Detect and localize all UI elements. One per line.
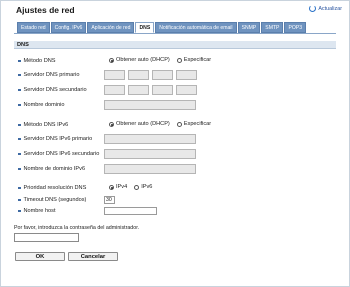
tab-aplicacion-red[interactable]: Aplicación de red <box>87 22 135 33</box>
host-name-input[interactable] <box>104 207 157 215</box>
dns-ipv6-method-option-manual[interactable]: Especificar <box>176 121 211 127</box>
bullet-icon <box>18 59 21 63</box>
radio-icon[interactable] <box>176 121 182 127</box>
row-dns-ipv6-secondary: Servidor DNS IPv6 secundario <box>0 149 350 160</box>
dns-timeout-label: Timeout DNS (segundos) <box>23 197 87 203</box>
ip-octet-field[interactable] <box>176 70 197 80</box>
password-prompt: Por favor, introduzca la contraseña del … <box>14 225 140 231</box>
radio-icon[interactable] <box>176 57 182 63</box>
row-host-name: Nombre host <box>0 207 350 217</box>
tab-smtp[interactable]: SMTP <box>261 22 284 33</box>
dns-method-option-manual[interactable]: Especificar <box>176 57 211 63</box>
dns-domain-field[interactable] <box>104 100 196 110</box>
bullet-icon <box>18 167 21 171</box>
dns-ipv6-primary-label: Servidor DNS IPv6 primario <box>23 136 93 142</box>
bullet-icon <box>18 198 21 202</box>
page-title: Ajustes de red <box>16 5 75 15</box>
dns-domain-label: Nombre dominio <box>23 102 65 108</box>
tab-divider <box>14 33 336 34</box>
bullet-icon <box>18 73 21 77</box>
radio-selected-icon[interactable] <box>109 57 114 63</box>
priority-option-ipv6[interactable]: IPv6 <box>134 184 152 190</box>
dns-timeout-input[interactable]: 30 <box>104 196 115 204</box>
row-dns-method: Método DNS Obtener auto (DHCP) Especific… <box>0 57 350 67</box>
dns-ipv6-secondary-label: Servidor DNS IPv6 secundario <box>23 151 100 157</box>
tab-estado-red[interactable]: Estado red <box>17 22 50 33</box>
bullet-icon <box>18 209 21 213</box>
dns-primary-ip-input <box>104 70 197 80</box>
dns-secondary-ip-input <box>104 85 197 95</box>
ip-octet-field[interactable] <box>152 85 173 95</box>
row-dns-timeout: Timeout DNS (segundos) 30 <box>0 196 350 206</box>
tab-config-ipv6[interactable]: Config. IPv6 <box>50 22 87 33</box>
section-header-dns: DNS <box>14 41 336 49</box>
header: Ajustes de red Actualizar <box>0 0 348 16</box>
bullet-icon <box>18 123 21 127</box>
bullet-icon <box>18 186 21 190</box>
host-name-label: Nombre host <box>23 208 56 214</box>
dns-ipv6-secondary-field[interactable] <box>104 149 196 159</box>
bullet-icon <box>18 103 21 107</box>
row-dns-secondary: Servidor DNS secundario <box>0 85 350 96</box>
ip-octet-field[interactable] <box>104 85 125 95</box>
dns-method-radio-group: Obtener auto (DHCP) Especificar <box>109 57 215 63</box>
row-dns-domain: Nombre dominio <box>0 100 350 111</box>
radio-icon[interactable] <box>134 184 140 190</box>
ip-octet-field[interactable] <box>152 70 173 80</box>
resolution-priority-label: Prioridad resolución DNS <box>23 185 87 191</box>
tab-bar: Estado red Config. IPv6 Aplicación de re… <box>17 22 307 33</box>
dns-ipv6-method-option-auto[interactable]: Obtener auto (DHCP) <box>109 121 170 127</box>
radio-selected-icon[interactable] <box>109 184 114 190</box>
dns-secondary-label: Servidor DNS secundario <box>23 87 87 93</box>
bullet-icon <box>18 137 21 141</box>
dns-method-label: Método DNS <box>23 58 56 64</box>
dns-ipv6-method-radio-group: Obtener auto (DHCP) Especificar <box>109 121 215 127</box>
row-resolution-priority: Prioridad resolución DNS IPv4 IPv6 <box>0 184 350 194</box>
bullet-icon <box>18 152 21 156</box>
row-dns-primary: Servidor DNS primario <box>0 70 350 81</box>
resolution-priority-radio-group: IPv4 IPv6 <box>109 184 156 190</box>
bullet-icon <box>18 88 21 92</box>
dns-method-option-auto[interactable]: Obtener auto (DHCP) <box>109 57 170 63</box>
ip-octet-field[interactable] <box>176 85 197 95</box>
refresh-icon <box>309 5 317 12</box>
tab-dns[interactable]: DNS <box>135 22 155 33</box>
refresh-link[interactable]: Actualizar <box>309 5 342 12</box>
dns-ipv6-method-label: Método DNS IPv6 <box>23 122 69 128</box>
priority-option-ipv4[interactable]: IPv4 <box>109 184 127 190</box>
tab-snmp[interactable]: SNMP <box>237 22 261 33</box>
row-dns-ipv6-domain: Nombre de dominio IPv6 <box>0 164 350 175</box>
tab-notificacion-email[interactable]: Notificación automática de email <box>155 22 237 33</box>
tab-pop3[interactable]: POP3 <box>284 22 307 33</box>
dns-ipv6-domain-label: Nombre de dominio IPv6 <box>23 166 86 172</box>
dns-ipv6-primary-field[interactable] <box>104 134 196 144</box>
ip-octet-field[interactable] <box>128 85 149 95</box>
admin-password-input[interactable] <box>14 233 79 242</box>
ok-button[interactable]: OK <box>15 252 65 261</box>
radio-selected-icon[interactable] <box>109 121 114 127</box>
refresh-label: Actualizar <box>318 5 342 12</box>
dns-primary-label: Servidor DNS primario <box>23 72 80 78</box>
ip-octet-field[interactable] <box>128 70 149 80</box>
cancel-button[interactable]: Cancelar <box>68 252 118 261</box>
row-dns-ipv6-primary: Servidor DNS IPv6 primario <box>0 134 350 145</box>
row-dns-ipv6-method: Método DNS IPv6 Obtener auto (DHCP) Espe… <box>0 121 350 131</box>
ip-octet-field[interactable] <box>104 70 125 80</box>
dns-ipv6-domain-field[interactable] <box>104 164 196 174</box>
